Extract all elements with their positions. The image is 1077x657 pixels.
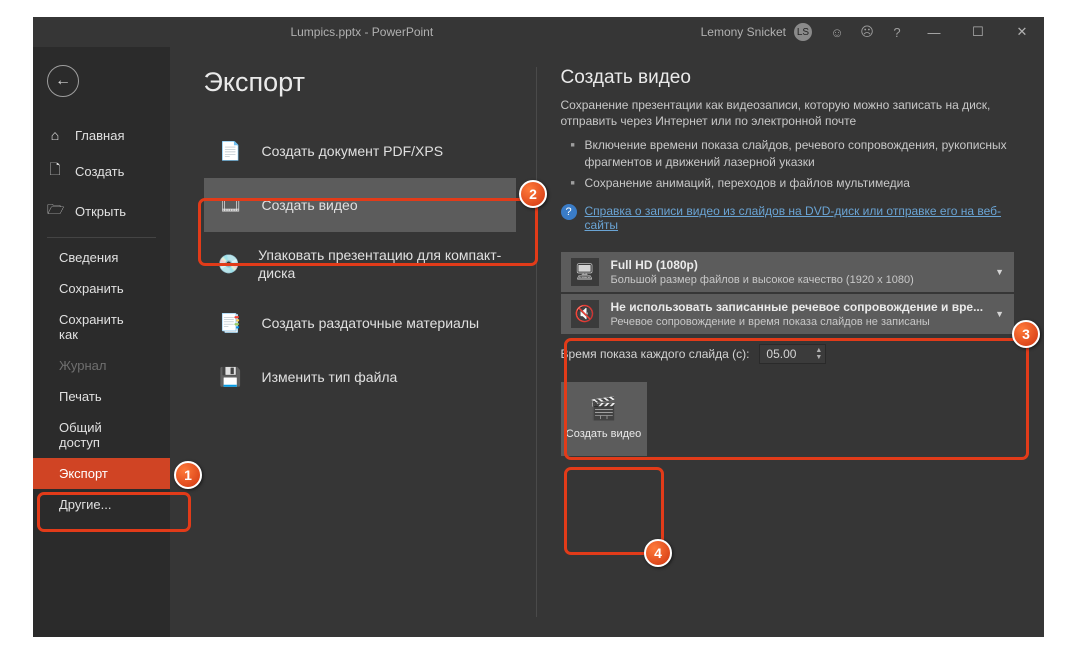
narration-dropdown[interactable]: 🔇 Не использовать записанные речевое соп… xyxy=(561,294,1014,334)
page-title: Экспорт xyxy=(204,67,516,98)
duration-value[interactable] xyxy=(760,345,812,363)
nav-label: Главная xyxy=(75,128,124,143)
annotation-badge-3: 3 xyxy=(1012,320,1040,348)
monitor-icon: 🖥 xyxy=(571,258,599,286)
nav-label: Создать xyxy=(75,164,124,179)
narration-title: Не использовать записанные речевое сопро… xyxy=(611,300,984,314)
export-option-cd[interactable]: 💿 Упаковать презентацию для компакт-диск… xyxy=(204,232,516,296)
title-text: Lumpics.pptx - PowerPoint xyxy=(33,25,691,39)
duration-label: Время показа каждого слайда (с): xyxy=(561,347,750,361)
create-video-icon: 🎬 xyxy=(590,396,617,422)
nav-open[interactable]: 🗁 Открыть xyxy=(33,191,170,231)
option-label: Создать раздаточные материалы xyxy=(262,314,480,332)
home-icon: ⌂ xyxy=(47,127,63,143)
detail-heading: Создать видео xyxy=(561,67,1014,89)
create-video-button[interactable]: 🎬 Создать видео xyxy=(561,382,647,456)
separator xyxy=(47,237,156,238)
maximize-button[interactable]: ☐ xyxy=(956,24,1000,40)
nav-home[interactable]: ⌂ Главная xyxy=(33,119,170,151)
option-label: Создать документ PDF/XPS xyxy=(262,142,444,160)
annotation-badge-2: 2 xyxy=(519,180,547,208)
app-window: Lumpics.pptx - PowerPoint Lemony Snicket… xyxy=(33,17,1044,637)
nav-info[interactable]: Сведения xyxy=(33,242,170,273)
face-smile-icon[interactable]: ☺ xyxy=(822,25,852,40)
option-label: Упаковать презентацию для компакт-диска xyxy=(258,246,501,282)
backstage-sidebar: ← ⌂ Главная 🗋 Создать 🗁 Открыть Сведения… xyxy=(33,47,170,637)
nav-more[interactable]: Другие... xyxy=(33,489,170,520)
bullet-item: Сохранение анимаций, переходов и файлов … xyxy=(571,175,1014,192)
help-question-icon: ? xyxy=(561,204,577,220)
narration-off-icon: 🔇 xyxy=(571,300,599,328)
export-option-handouts[interactable]: 📑 Создать раздаточные материалы xyxy=(204,296,516,350)
minimize-button[interactable]: — xyxy=(912,25,956,40)
handouts-icon: 📑 xyxy=(218,310,244,336)
help-icon[interactable]: ? xyxy=(882,25,912,40)
spin-up-icon[interactable]: ▲ xyxy=(815,347,822,354)
face-sad-icon[interactable]: ☹ xyxy=(852,24,882,40)
pdf-document-icon: 📄 xyxy=(218,138,244,164)
annotation-badge-4: 4 xyxy=(644,539,672,567)
cd-disc-icon: 💿 xyxy=(218,251,241,277)
close-button[interactable]: ✕ xyxy=(1000,24,1044,40)
detail-description: Сохранение презентации как видеозаписи, … xyxy=(561,97,1014,129)
option-label: Изменить тип файла xyxy=(262,368,398,386)
quality-title: Full HD (1080p) xyxy=(611,258,984,272)
bullet-item: Включение времени показа слайдов, речево… xyxy=(571,137,1014,171)
chevron-down-icon: ▼ xyxy=(995,267,1004,277)
nav-export[interactable]: Экспорт xyxy=(33,458,170,489)
account-name[interactable]: Lemony Snicket xyxy=(701,25,786,39)
export-option-pdf[interactable]: 📄 Создать документ PDF/XPS xyxy=(204,124,516,178)
option-label: Создать видео xyxy=(262,196,358,214)
video-quality-dropdown[interactable]: 🖥 Full HD (1080p) Большой размер файлов … xyxy=(561,252,1014,292)
back-button[interactable]: ← xyxy=(47,65,79,97)
detail-bullets: Включение времени показа слайдов, речево… xyxy=(571,137,1014,195)
quality-subtitle: Большой размер файлов и высокое качество… xyxy=(611,274,984,286)
folder-open-icon: 🗁 xyxy=(47,199,63,223)
nav-print[interactable]: Печать xyxy=(33,381,170,412)
nav-history: Журнал xyxy=(33,350,170,381)
narration-subtitle: Речевое сопровождение и время показа сла… xyxy=(611,316,984,328)
slide-duration-input[interactable]: ▲▼ xyxy=(759,344,826,364)
annotation-badge-1: 1 xyxy=(174,461,202,489)
nav-share[interactable]: Общий доступ xyxy=(33,412,170,458)
export-option-file-type[interactable]: 💾 Изменить тип файла xyxy=(204,350,516,404)
export-option-video[interactable]: 🎞 Создать видео xyxy=(204,178,516,232)
nav-label: Открыть xyxy=(75,204,126,219)
video-file-icon: 🎞 xyxy=(218,192,244,218)
spin-down-icon[interactable]: ▼ xyxy=(815,354,822,361)
nav-save-as[interactable]: Сохранить как xyxy=(33,304,170,350)
nav-save[interactable]: Сохранить xyxy=(33,273,170,304)
help-link-row: ? Справка о записи видео из слайдов на D… xyxy=(561,204,1014,232)
new-file-icon: 🗋 xyxy=(47,159,63,183)
help-link[interactable]: Справка о записи видео из слайдов на DVD… xyxy=(585,204,1014,232)
account-avatar[interactable]: LS xyxy=(794,23,812,41)
floppy-disk-icon: 💾 xyxy=(218,364,244,390)
button-label: Создать видео xyxy=(566,428,642,441)
nav-new[interactable]: 🗋 Создать xyxy=(33,151,170,191)
titlebar: Lumpics.pptx - PowerPoint Lemony Snicket… xyxy=(33,17,1044,47)
chevron-down-icon: ▼ xyxy=(995,309,1004,319)
